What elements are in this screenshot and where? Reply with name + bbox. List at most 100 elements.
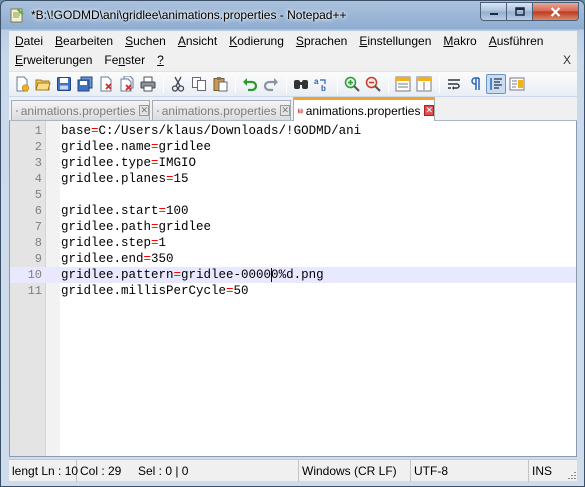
- assignment-operator: =: [151, 156, 159, 170]
- menu-einstellungen[interactable]: Einstellungen: [353, 32, 437, 51]
- property-value: 100: [166, 204, 189, 218]
- text-caret: [271, 268, 273, 282]
- redo-button[interactable]: [261, 74, 281, 94]
- code-line[interactable]: 10 gridlee.pattern=gridlee-00000%d.png: [10, 267, 576, 283]
- replace-button[interactable]: ab: [312, 74, 332, 94]
- unsaved-file-icon: [298, 108, 303, 113]
- document-map-button[interactable]: [507, 74, 527, 94]
- code-line[interactable]: 6 gridlee.start=100: [10, 203, 576, 219]
- tab-file-1[interactable]: animations.properties ✕: [11, 100, 150, 120]
- title-bar[interactable]: *B:\!GODMD\ani\gridlee\animations.proper…: [1, 1, 584, 29]
- code-line[interactable]: 1 base=C:/Users/klaus/Downloads/!GODMD/an…: [10, 123, 576, 139]
- find-icon: [294, 80, 308, 89]
- line-text: gridlee.path=gridlee: [61, 219, 211, 235]
- menu-ausfuehren[interactable]: Ausführen: [483, 32, 550, 51]
- assignment-operator: =: [91, 124, 99, 138]
- saved-file-icon: [16, 109, 18, 112]
- zoom-out-button[interactable]: [363, 74, 383, 94]
- line-text: gridlee.start=100: [61, 203, 189, 219]
- status-length-position: lengt Ln : 10: [9, 460, 78, 482]
- close-all-button[interactable]: [117, 74, 137, 94]
- menu-help[interactable]: ?: [151, 51, 170, 70]
- line-number: 5: [34, 188, 42, 202]
- close-document-button[interactable]: X: [563, 51, 571, 70]
- menu-erweiterungen[interactable]: Erweiterungen: [9, 51, 98, 70]
- tab-file-3-active[interactable]: animations.properties ✕: [293, 97, 435, 121]
- text-editor[interactable]: 1 base=C:/Users/klaus/Downloads/!GODMD/an…: [9, 121, 577, 457]
- menu-makro[interactable]: Makro: [437, 32, 482, 51]
- menu-datei[interactable]: Datei: [9, 32, 49, 51]
- window-title: *B:\!GODMD\ani\gridlee\animations.proper…: [31, 8, 347, 22]
- zoom-in-icon: [344, 76, 360, 92]
- tab-label: animations.properties: [161, 103, 277, 118]
- property-key: gridlee.path: [61, 220, 152, 234]
- code-line[interactable]: 11 gridlee.millisPerCycle=50: [10, 283, 576, 299]
- print-button[interactable]: [138, 74, 158, 94]
- tab-label: animations.properties: [305, 103, 421, 118]
- menu-kodierung[interactable]: Kodierung: [223, 32, 290, 51]
- show-all-characters-button[interactable]: [465, 74, 485, 94]
- status-encoding[interactable]: UTF-8: [411, 460, 529, 482]
- cut-button[interactable]: [168, 74, 188, 94]
- new-file-button[interactable]: [12, 74, 32, 94]
- status-bar: lengt Ln : 10 Col : 29 Sel : 0 | 0 Windo…: [9, 459, 577, 482]
- resize-grip-icon[interactable]: [565, 469, 577, 481]
- property-value: 1: [158, 236, 167, 250]
- assignment-operator: =: [173, 268, 182, 282]
- save-all-button[interactable]: [75, 74, 95, 94]
- find-button[interactable]: [291, 74, 311, 94]
- paste-button[interactable]: [210, 74, 230, 94]
- sync-vertical-button[interactable]: [393, 74, 413, 94]
- svg-text:b: b: [321, 84, 326, 92]
- code-line[interactable]: 4 gridlee.planes=15: [10, 171, 576, 187]
- notepadpp-logo-icon: [10, 8, 24, 23]
- svg-text:a: a: [314, 77, 319, 86]
- tab-close-button[interactable]: ✕: [280, 105, 290, 116]
- menu-suchen[interactable]: Suchen: [119, 32, 172, 51]
- tab-close-button[interactable]: ✕: [424, 105, 434, 116]
- maximize-button[interactable]: [507, 2, 533, 21]
- code-line[interactable]: 9 gridlee.end=350: [10, 251, 576, 267]
- code-line[interactable]: 5: [10, 187, 576, 203]
- toolbar-separator: [286, 75, 287, 93]
- menu-bar: Datei Bearbeiten Suchen Ansicht Kodierun…: [9, 31, 577, 71]
- line-text: gridlee.step=1: [61, 235, 166, 251]
- menu-bearbeiten[interactable]: Bearbeiten: [49, 32, 119, 51]
- minimize-button[interactable]: [480, 2, 507, 21]
- property-value: gridlee: [158, 140, 212, 154]
- menu-sprachen[interactable]: Sprachen: [290, 32, 353, 51]
- property-value: 350: [151, 252, 174, 266]
- code-line[interactable]: 7 gridlee.path=gridlee: [10, 219, 576, 235]
- menu-fenster[interactable]: Fenster: [98, 51, 151, 70]
- toolbar-separator: [439, 75, 440, 93]
- word-wrap-button[interactable]: [444, 74, 464, 94]
- sync-horizontal-button[interactable]: [414, 74, 434, 94]
- close-file-button[interactable]: [96, 74, 116, 94]
- property-value: gridlee-00000%d.png: [181, 268, 324, 282]
- tab-close-button[interactable]: ✕: [139, 105, 149, 116]
- line-text: gridlee.end=350: [61, 251, 174, 267]
- assignment-operator: =: [151, 220, 159, 234]
- copy-button[interactable]: [189, 74, 209, 94]
- code-line[interactable]: 2 gridlee.name=gridlee: [10, 139, 576, 155]
- close-icon: [550, 6, 561, 17]
- menu-ansicht[interactable]: Ansicht: [172, 32, 223, 51]
- zoom-in-button[interactable]: [342, 74, 362, 94]
- code-line[interactable]: 8 gridlee.step=1: [10, 235, 576, 251]
- status-insert-mode[interactable]: INS: [529, 460, 565, 482]
- notepadpp-window: *B:\!GODMD\ani\gridlee\animations.proper…: [0, 0, 585, 487]
- status-eol-format[interactable]: Windows (CR LF): [299, 460, 411, 482]
- open-file-button[interactable]: [33, 74, 53, 94]
- indent-guide-button[interactable]: [486, 74, 506, 94]
- copy-icon: [192, 77, 206, 91]
- close-window-button[interactable]: [533, 2, 579, 21]
- undo-button[interactable]: [240, 74, 260, 94]
- maximize-icon: [514, 7, 525, 16]
- code-line[interactable]: 3 gridlee.type=IMGIO: [10, 155, 576, 171]
- toolbar-separator: [337, 75, 338, 93]
- tab-file-2[interactable]: animations.properties ✕: [152, 100, 291, 120]
- close-all-icon: [120, 76, 134, 92]
- save-button[interactable]: [54, 74, 74, 94]
- property-key: gridlee.step: [61, 236, 152, 250]
- property-key: gridlee.start: [61, 204, 159, 218]
